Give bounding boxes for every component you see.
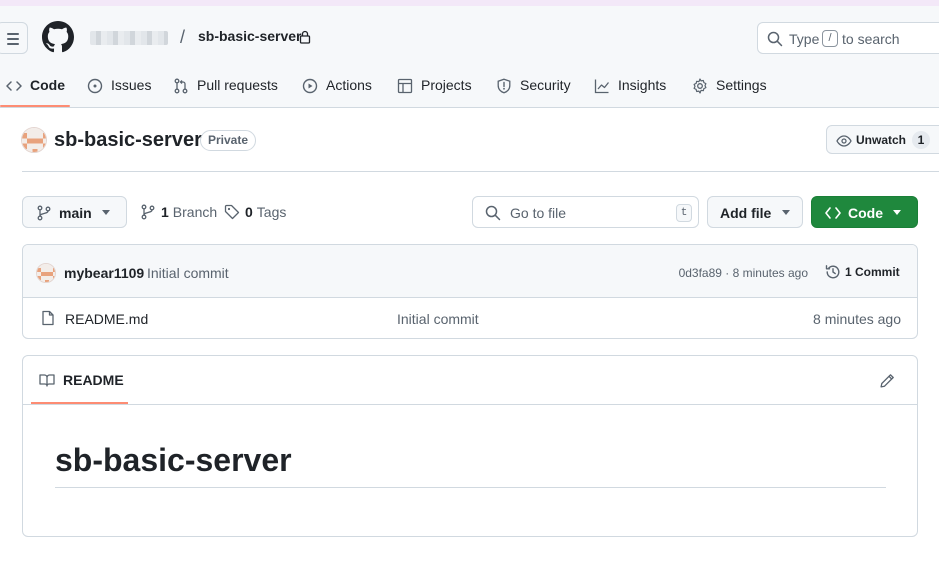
tab-label: Insights bbox=[618, 77, 667, 93]
code-icon bbox=[6, 78, 22, 94]
divider bbox=[23, 404, 917, 405]
unwatch-label: Unwatch bbox=[856, 133, 907, 147]
add-file-button[interactable]: Add file bbox=[707, 196, 803, 228]
lock-icon bbox=[299, 30, 311, 44]
owner-name-redacted[interactable] bbox=[90, 31, 168, 45]
readme-tab[interactable]: README bbox=[39, 372, 124, 388]
menu-button[interactable] bbox=[0, 22, 28, 54]
commit-author-link[interactable]: mybear1109 bbox=[64, 265, 144, 281]
tab-projects[interactable]: Projects bbox=[397, 68, 472, 108]
tab-label: Pull requests bbox=[197, 77, 278, 93]
tab-insights[interactable]: Insights bbox=[594, 68, 666, 108]
tags-link[interactable]: 0 Tags bbox=[224, 204, 286, 220]
branch-icon bbox=[36, 205, 52, 221]
book-icon bbox=[39, 372, 55, 388]
selected-tab-indicator bbox=[0, 105, 70, 107]
code-button-label: Code bbox=[848, 205, 883, 221]
tab-settings[interactable]: Settings bbox=[692, 68, 767, 108]
code-dropdown-button[interactable]: Code bbox=[811, 196, 918, 228]
branch-selector-button[interactable]: main bbox=[22, 196, 127, 228]
tab-label: Actions bbox=[326, 77, 372, 93]
repo-owner-avatar[interactable] bbox=[21, 127, 47, 153]
table-icon bbox=[397, 78, 413, 94]
tab-label: Security bbox=[520, 77, 571, 93]
search-icon bbox=[767, 31, 783, 47]
file-name-link[interactable]: README.md bbox=[65, 311, 148, 327]
divider bbox=[55, 487, 886, 488]
branch-count: 1 bbox=[161, 204, 169, 220]
eye-icon bbox=[836, 133, 852, 149]
tab-actions[interactable]: Actions bbox=[302, 68, 372, 108]
branch-icon bbox=[140, 204, 156, 220]
search-placeholder-suffix: to search bbox=[842, 31, 900, 47]
global-search-input[interactable]: Type / to search bbox=[757, 22, 939, 54]
breadcrumb-separator: / bbox=[180, 27, 186, 47]
history-icon bbox=[825, 264, 841, 280]
tag-count-label: Tags bbox=[256, 204, 287, 220]
branch-count-label: Branch bbox=[172, 204, 218, 220]
readme-panel: README sb-basic-server bbox=[22, 355, 918, 537]
divider bbox=[22, 171, 939, 172]
commit-hash-and-time[interactable]: 0d3fa89 · 8 minutes ago bbox=[679, 266, 808, 280]
readme-tab-label: README bbox=[63, 372, 124, 388]
readme-heading: sb-basic-server bbox=[55, 442, 292, 478]
play-icon bbox=[302, 78, 318, 94]
file-icon bbox=[40, 310, 56, 326]
tab-label: Settings bbox=[716, 77, 767, 93]
search-icon bbox=[485, 205, 501, 221]
go-to-file-input[interactable]: Go to file t bbox=[472, 196, 699, 228]
pull-request-icon bbox=[173, 78, 189, 94]
breadcrumb-repo-link[interactable]: sb-basic-server bbox=[198, 28, 302, 44]
file-commit-message-link[interactable]: Initial commit bbox=[397, 311, 479, 327]
code-icon bbox=[825, 206, 841, 220]
latest-commit-bar: mybear1109 Initial commit 0d3fa89 · 8 mi… bbox=[23, 245, 917, 298]
commits-link[interactable]: 1 Commit bbox=[825, 264, 900, 280]
branch-name: main bbox=[59, 205, 92, 221]
file-browser: mybear1109 Initial commit 0d3fa89 · 8 mi… bbox=[22, 244, 918, 339]
tab-issues[interactable]: Issues bbox=[87, 68, 151, 108]
search-placeholder-prefix: Type bbox=[789, 31, 820, 47]
commit-message-link[interactable]: Initial commit bbox=[147, 265, 229, 281]
file-commit-time: 8 minutes ago bbox=[813, 311, 901, 327]
add-file-label: Add file bbox=[720, 205, 772, 221]
pencil-icon[interactable] bbox=[879, 373, 895, 389]
unwatch-button[interactable]: Unwatch 1 bbox=[826, 125, 939, 154]
tab-code[interactable]: Code bbox=[6, 68, 65, 108]
tab-label: Projects bbox=[421, 77, 472, 93]
chevron-down-icon bbox=[102, 210, 110, 215]
tag-count: 0 bbox=[245, 204, 253, 220]
go-to-file-placeholder: Go to file bbox=[510, 205, 567, 221]
chevron-down-icon bbox=[782, 210, 790, 215]
chevron-down-icon bbox=[893, 210, 901, 215]
issue-icon bbox=[87, 78, 103, 94]
search-shortcut-key: / bbox=[822, 30, 838, 47]
avatar[interactable] bbox=[36, 263, 56, 283]
tab-label: Issues bbox=[111, 77, 152, 93]
go-to-file-shortcut: t bbox=[676, 204, 692, 222]
tab-label: Code bbox=[30, 77, 65, 93]
github-logo-icon[interactable] bbox=[42, 21, 74, 53]
repo-header: / sb-basic-server Type / to search Code … bbox=[0, 6, 939, 108]
visibility-badge: Private bbox=[200, 130, 257, 151]
commit-count-label: 1 Commit bbox=[845, 265, 900, 279]
shield-icon bbox=[496, 78, 512, 94]
graph-icon bbox=[594, 78, 610, 94]
repo-title[interactable]: sb-basic-server bbox=[54, 129, 202, 152]
tag-icon bbox=[224, 204, 240, 220]
tab-pull-requests[interactable]: Pull requests bbox=[173, 68, 278, 108]
table-row[interactable]: README.md Initial commit 8 minutes ago bbox=[23, 299, 917, 338]
gear-icon bbox=[692, 78, 708, 94]
branches-link[interactable]: 1 Branch bbox=[140, 204, 217, 220]
watch-count: 1 bbox=[912, 131, 930, 149]
tab-security[interactable]: Security bbox=[496, 68, 571, 108]
